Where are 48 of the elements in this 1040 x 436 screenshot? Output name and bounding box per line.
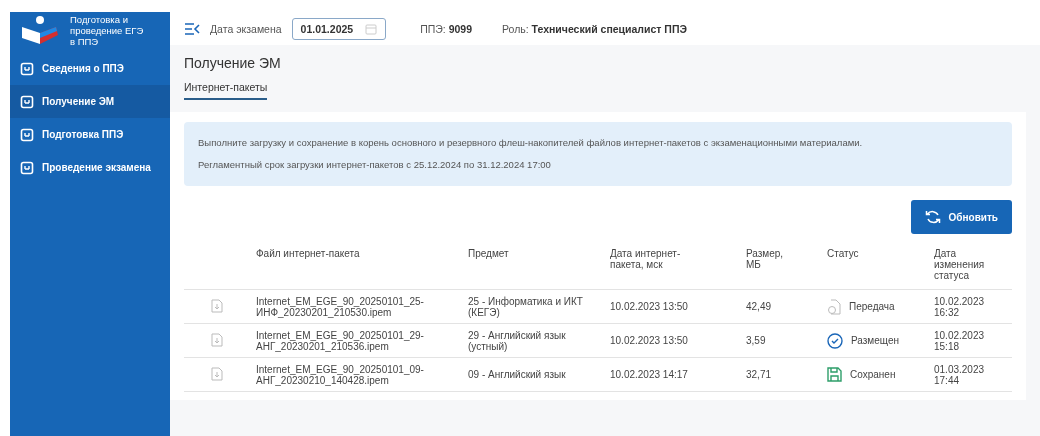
file-download-icon[interactable] — [211, 298, 223, 313]
collapse-menu-icon[interactable] — [184, 22, 200, 35]
column-header: Дата изменения статуса — [928, 240, 1012, 290]
status-text: Передача — [849, 301, 895, 312]
date-label: Дата экзамена — [210, 22, 282, 35]
table-cell: 42,49 — [740, 289, 821, 324]
file-transfer-icon — [827, 298, 841, 315]
table-cell: 10.02.2023 16:32 — [928, 289, 1012, 324]
table-cell: 25 - Информатика и ИКТ (КЕГЭ) — [462, 289, 604, 324]
check-circle-icon — [827, 332, 843, 349]
sidebar-item[interactable]: Проведение экзамена — [10, 151, 170, 184]
column-header: Дата интернет-пакета, мск — [604, 240, 740, 290]
save-icon — [827, 367, 842, 382]
date-field[interactable]: 01.01.2025 — [291, 17, 387, 40]
open-book-logo-icon — [20, 15, 60, 45]
user-role: Роль: Технический специалист ППЭ — [502, 22, 687, 35]
table-cell: Internet_EM_EGE_90_20250101_29-АНГ_20230201_210536.ipem — [250, 323, 462, 358]
column-header: Предмет — [462, 240, 604, 290]
table-cell: 29 - Английский язык (устный) — [462, 323, 604, 358]
ppe-number: ППЭ: 9099 — [420, 22, 472, 35]
status-text: Размещен — [851, 335, 899, 346]
file-download-icon[interactable] — [211, 332, 223, 347]
sidebar-item[interactable]: Получение ЭМ — [10, 85, 170, 118]
calendar-icon — [365, 22, 378, 35]
refresh-icon — [924, 210, 941, 224]
refresh-button[interactable]: Обновить — [910, 200, 1012, 234]
info-text: Выполните загрузку и сохранение в корень основного и резервного флеш-накопителей файлов интернет-пакетов с экзаменационными материалами. — [198, 136, 864, 150]
page-title: Получение ЭМ — [184, 55, 282, 71]
table-cell: Internet_EM_EGE_90_20250101_25-ИНФ_20230201_210530.ipem — [250, 289, 462, 324]
table-cell: 10.02.2023 15:18 — [928, 323, 1012, 358]
table-cell: 32,71 — [740, 357, 821, 392]
table-cell: Internet_EM_EGE_90_20250101_09-АНГ_20230210_140428.ipem — [250, 357, 462, 392]
file-download-icon[interactable] — [211, 366, 223, 381]
status-text: Сохранен — [850, 369, 896, 380]
table-cell: 10.02.2023 13:50 — [604, 289, 740, 324]
column-header: Статус — [821, 240, 928, 290]
sidebar-item[interactable]: Сведения о ППЭ — [10, 52, 170, 85]
table-cell: 10.02.2023 14:17 — [604, 357, 740, 392]
table-cell: 01.03.2023 17:44 — [928, 357, 1012, 392]
table-cell: 3,59 — [740, 323, 821, 358]
tab[interactable]: Интернет-пакеты — [184, 81, 268, 100]
app-name: Подготовка и проведение ЕГЭ в ППЭ — [70, 13, 145, 47]
table-cell: 09 - Английский язык — [462, 357, 604, 392]
sidebar-item[interactable]: Подготовка ППЭ — [10, 118, 170, 151]
column-header: Размер, МБ — [740, 240, 821, 290]
column-header: Файл интернет-пакета — [250, 240, 462, 290]
info-text: Регламентный срок загрузки интернет-пакетов с 25.12.2024 по 31.12.2024 17:00 — [198, 158, 552, 172]
table-cell: 10.02.2023 13:50 — [604, 323, 740, 358]
